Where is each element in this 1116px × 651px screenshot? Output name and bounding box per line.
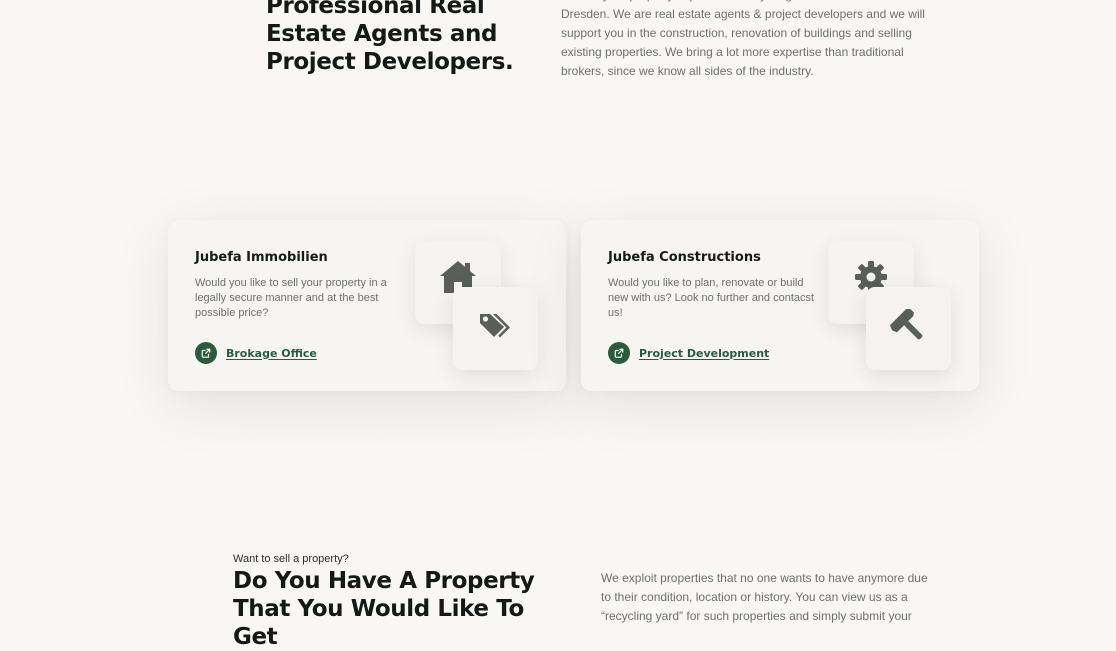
- intro-heading: Professional Real Estate Agents and Proj…: [266, 0, 514, 75]
- intro-description: We are your property experts for everyth…: [561, 0, 925, 78]
- sell-heading: Do You Have A Property That You Would Li…: [233, 568, 535, 650]
- external-link-icon: [195, 342, 217, 364]
- card-description: Would you like to sell your property in …: [195, 277, 387, 319]
- service-card-constructions: Jubefa Constructions Would you like to p…: [581, 220, 979, 391]
- brokage-office-link[interactable]: Brokage Office: [195, 342, 317, 364]
- hammer-icon: [889, 306, 929, 351]
- service-card-immobilien: Jubefa Immobilien Would you like to sell…: [168, 220, 566, 391]
- external-link-icon: [608, 342, 630, 364]
- tags-icon: [477, 310, 515, 347]
- link-label: Project Development: [639, 346, 770, 360]
- link-label: Brokage Office: [226, 346, 317, 360]
- section-kicker: Want to sell a property?: [233, 553, 349, 565]
- card-title: Jubefa Constructions: [608, 250, 761, 265]
- project-development-link[interactable]: Project Development: [608, 342, 769, 364]
- sell-description: We exploit properties that no one wants …: [601, 571, 928, 623]
- card-description: Would you like to plan, renovate or buil…: [608, 277, 815, 319]
- hammer-tile: [866, 287, 951, 370]
- card-title: Jubefa Immobilien: [195, 250, 328, 265]
- tags-tile: [453, 287, 538, 370]
